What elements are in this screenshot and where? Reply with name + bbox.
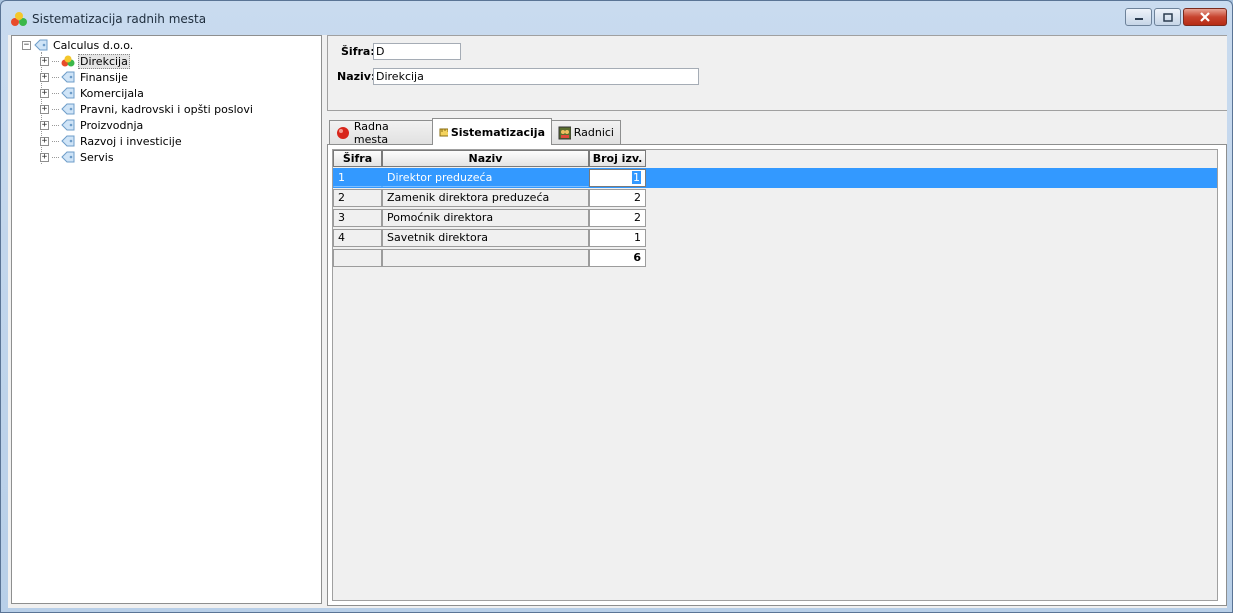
tree-item-label: Servis (80, 150, 114, 164)
total-broj: 6 (589, 249, 646, 267)
cell-sifra: 2 (333, 189, 382, 207)
cell-empty (382, 249, 589, 267)
tree-item-label: Proizvodnja (80, 118, 144, 132)
workers-icon (558, 126, 571, 139)
org-tree[interactable]: − Calculus d.o.o. + Direkcija + Finansij… (11, 35, 322, 604)
red-ball-icon (337, 126, 349, 139)
tree-item-label: Direkcija (78, 53, 130, 69)
grid-bottom-strip (333, 590, 1217, 600)
maximize-button[interactable] (1154, 8, 1181, 26)
tree-item-label: Komercijala (80, 86, 144, 100)
tree-item-label: Razvoj i investicije (80, 134, 182, 148)
tag-icon (61, 87, 75, 99)
close-button[interactable] (1183, 8, 1227, 26)
cell-sifra: 1 (333, 169, 382, 187)
expand-icon[interactable]: + (40, 104, 49, 114)
tree-item-direkcija[interactable]: + Direkcija (40, 53, 130, 69)
cell-naziv: Zamenik direktora preduzeća (382, 189, 589, 207)
tree-item-komercijala[interactable]: + Komercijala (40, 85, 146, 101)
tag-icon (61, 119, 75, 131)
cell-broj-editor[interactable]: 1 (589, 169, 646, 187)
tree-item-finansije[interactable]: + Finansije (40, 69, 130, 85)
tree-node-root[interactable]: − Calculus d.o.o. (22, 37, 135, 53)
tag-icon (34, 39, 48, 51)
expand-icon[interactable]: + (40, 88, 49, 98)
cell-broj: 1 (632, 171, 641, 184)
tree-item-proizvodnja[interactable]: + Proizvodnja (40, 117, 145, 133)
table-row[interactable]: 2 Zamenik direktora preduzeća 2 (333, 188, 1217, 208)
app-icon (11, 12, 27, 26)
naziv-label: Naziv: (337, 70, 376, 83)
cell-broj[interactable]: 2 (589, 189, 646, 207)
tag-icon (61, 151, 75, 163)
expand-icon[interactable]: + (40, 72, 49, 82)
ruler-icon (439, 128, 448, 137)
table-row[interactable]: 4 Savetnik direktora 1 (333, 228, 1217, 248)
expand-icon[interactable]: + (40, 136, 49, 146)
cell-sifra: 4 (333, 229, 382, 247)
maximize-icon (1162, 12, 1173, 22)
tab-label: Radna mesta (353, 119, 389, 146)
tree-item-pravni[interactable]: + Pravni, kadrovski i opšti poslovi (40, 101, 255, 117)
cell-broj[interactable]: 2 (589, 209, 646, 227)
title-bar[interactable]: Sistematizacija radnih mesta (1, 1, 1232, 35)
tab-radnici[interactable]: Radnici (551, 120, 621, 144)
colored-balls-icon (61, 55, 75, 67)
sifra-label: Šifra: (341, 45, 375, 58)
tab-label: Radnici (573, 126, 614, 139)
main-window: Sistematizacija radnih mesta − Calculus … (0, 0, 1233, 613)
column-header-broj[interactable]: Broj izv. (589, 150, 646, 167)
tag-icon (61, 71, 75, 83)
column-header-naziv[interactable]: Naziv (382, 150, 589, 167)
tab-radna-mesta[interactable]: Radna mesta (329, 119, 433, 146)
expand-icon[interactable]: + (40, 120, 49, 130)
expand-icon[interactable]: + (40, 152, 49, 162)
tree-item-label: Pravni, kadrovski i opšti poslovi (80, 102, 253, 116)
tab-label: Sistematizacija (450, 125, 545, 139)
tag-icon (61, 135, 75, 147)
minimize-button[interactable] (1125, 8, 1152, 26)
cell-sifra: 3 (333, 209, 382, 227)
table-row[interactable]: 3 Pomoćnik direktora 2 (333, 208, 1217, 228)
totals-row: 6 (333, 248, 1217, 268)
collapse-icon[interactable]: − (22, 40, 31, 50)
tree-item-label: Finansije (80, 70, 128, 84)
sifra-field[interactable]: D (373, 43, 461, 60)
minimize-icon (1134, 18, 1143, 20)
cell-naziv: Savetnik direktora (382, 229, 589, 247)
tag-icon (61, 103, 75, 115)
tree-item-razvoj[interactable]: + Razvoj i investicije (40, 133, 184, 149)
cell-empty (333, 249, 382, 267)
close-icon (1200, 12, 1210, 22)
tree-item-servis[interactable]: + Servis (40, 149, 116, 165)
detail-panel: Šifra: D Naziv: Direkcija Radna mesta Si… (327, 35, 1227, 606)
cell-broj[interactable]: 1 (589, 229, 646, 247)
tree-root-label: Calculus d.o.o. (53, 38, 134, 52)
tab-strip: Radna mesta Sistematizacija Radnici (327, 118, 1227, 146)
systematization-grid[interactable]: Šifra Naziv Broj izv. 1 Direktor preduze… (332, 149, 1218, 601)
record-header: Šifra: D Naziv: Direkcija (327, 35, 1227, 111)
column-header-sifra[interactable]: Šifra (333, 150, 382, 167)
expand-icon[interactable]: + (40, 56, 49, 66)
tab-sistematizacija[interactable]: Sistematizacija (432, 118, 552, 145)
window-client-area: − Calculus d.o.o. + Direkcija + Finansij… (8, 35, 1227, 608)
naziv-field[interactable]: Direkcija (373, 68, 699, 85)
window-title: Sistematizacija radnih mesta (32, 12, 207, 26)
cell-naziv: Direktor preduzeća (382, 169, 589, 187)
table-row[interactable]: 1 Direktor preduzeća 1 (333, 168, 1217, 188)
cell-naziv: Pomoćnik direktora (382, 209, 589, 227)
tab-content-sistematizacija: Šifra Naziv Broj izv. 1 Direktor preduze… (327, 144, 1227, 606)
